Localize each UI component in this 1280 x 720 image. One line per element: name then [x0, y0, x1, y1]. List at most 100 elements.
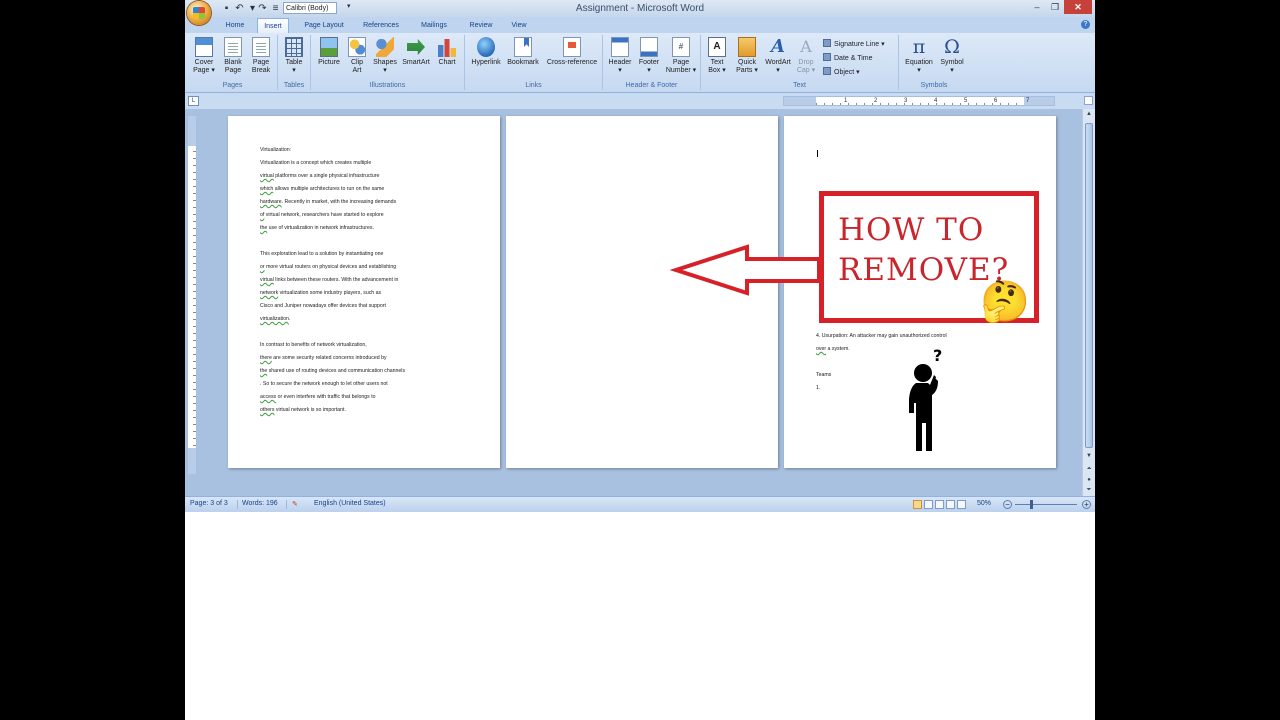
tab-mailings[interactable]: Mailings	[416, 20, 452, 33]
status-bar: Page: 3 of 3 Words: 196 ✎ English (Unite…	[185, 496, 1095, 512]
signature-line-label: Signature Line ▾	[834, 41, 885, 48]
proofing-icon[interactable]: ✎	[292, 500, 298, 508]
ruler-row: L 1 2 3 4 5 6 7	[185, 93, 1095, 109]
zoom-out-icon[interactable]: −	[1003, 500, 1012, 509]
cross-reference-icon	[563, 37, 581, 57]
ruler-tab-selector[interactable]: L	[188, 96, 199, 106]
text-run: access	[260, 394, 277, 400]
zoom-in-icon[interactable]: +	[1082, 500, 1091, 509]
scroll-up-icon[interactable]: ▲	[1084, 109, 1094, 119]
tab-view[interactable]: View	[507, 20, 531, 33]
footer-label-2: ▾	[647, 67, 651, 74]
overlay-line-1: HOW TO	[838, 212, 985, 248]
drop-cap-label: Drop	[798, 59, 814, 66]
help-icon[interactable]: ?	[1081, 20, 1090, 29]
header-button[interactable]: Header ▾	[606, 37, 634, 75]
text-run: . So to secure the network enough to let…	[260, 381, 388, 387]
language-status[interactable]: English (United States)	[314, 500, 386, 507]
horizontal-ruler[interactable]: 1 2 3 4 5 6 7	[783, 96, 1055, 106]
document-area[interactable]: Virtualization: Virtualization is a conce…	[185, 109, 1082, 496]
document-line: This exploration lead to a solution by i…	[260, 251, 383, 258]
cover-page-button[interactable]: Cover Page ▾	[191, 37, 217, 75]
text-run: more virtual routers on physical devices…	[264, 264, 397, 270]
hyperlink-button[interactable]: Hyperlink	[468, 37, 504, 67]
tab-references[interactable]: References	[360, 20, 402, 33]
tab-page-layout[interactable]: Page Layout	[300, 20, 348, 33]
group-tables: Table ▾ Tables	[278, 35, 311, 90]
page-break-label: Page	[252, 59, 270, 66]
symbol-button[interactable]: Ω Symbol ▾	[937, 37, 967, 75]
maximize-button[interactable]: ❐	[1046, 0, 1064, 14]
equation-label: Equation	[905, 59, 933, 66]
text-box-label: Text	[710, 59, 724, 66]
table-button[interactable]: Table ▾	[281, 37, 307, 75]
office-logo-icon	[193, 7, 205, 19]
vertical-ruler[interactable]	[187, 115, 197, 475]
drop-cap-icon: A	[800, 37, 812, 56]
picture-label: Picture	[318, 59, 340, 66]
office-button[interactable]	[187, 1, 211, 25]
next-page-icon[interactable]: ⏷	[1084, 485, 1094, 495]
wordart-label: WordArt	[765, 59, 791, 66]
drop-cap-button[interactable]: A Drop Cap ▾	[793, 37, 819, 75]
wordart-label-2: ▾	[776, 67, 780, 74]
text-run: Teams	[816, 372, 832, 378]
zoom-slider[interactable]	[1015, 504, 1077, 505]
text-box-label-2: Box ▾	[708, 67, 726, 74]
status-separator	[286, 500, 287, 509]
outline-view-icon[interactable]	[946, 500, 955, 509]
date-time-button[interactable]: Date & Time	[823, 53, 873, 63]
scroll-thumb[interactable]	[1085, 123, 1093, 448]
print-layout-view-icon[interactable]	[913, 500, 922, 509]
browse-object-icon[interactable]: ●	[1084, 475, 1094, 485]
page-count-status[interactable]: Page: 3 of 3	[190, 500, 228, 507]
zoom-level[interactable]: 50%	[977, 500, 991, 507]
previous-page-icon[interactable]: ⏶	[1084, 464, 1094, 474]
view-ruler-button[interactable]	[1084, 96, 1093, 105]
smartart-button[interactable]: SmartArt	[399, 37, 433, 67]
page-break-button[interactable]: Page Break	[248, 37, 274, 75]
minimize-button[interactable]: –	[1028, 0, 1046, 14]
blank-page-label: Blank	[224, 59, 242, 66]
ruler-number: 7	[1026, 98, 1030, 104]
symbol-label-2: ▾	[950, 67, 954, 74]
tab-review[interactable]: Review	[466, 20, 496, 33]
group-tables-label: Tables	[283, 82, 305, 89]
thinking-person-icon: ?	[909, 347, 942, 451]
cross-reference-button[interactable]: Cross-reference	[543, 37, 601, 67]
zoom-slider-thumb[interactable]	[1029, 500, 1033, 509]
full-screen-reading-icon[interactable]	[924, 500, 933, 509]
text-box-button[interactable]: A Text Box ▾	[704, 37, 730, 75]
page-number-button[interactable]: # Page Number ▾	[663, 37, 699, 75]
bookmark-button[interactable]: Bookmark	[504, 37, 542, 67]
text-run: over	[816, 346, 827, 352]
document-line: hardware. Recently in market, with the i…	[260, 199, 396, 206]
web-layout-icon[interactable]	[935, 500, 944, 509]
picture-button[interactable]: Picture	[315, 37, 343, 67]
vertical-scrollbar[interactable]: ▲ ▼ ⏶ ● ⏷	[1082, 109, 1095, 496]
window-title: Assignment - Microsoft Word	[575, 3, 705, 14]
quick-parts-button[interactable]: Quick Parts ▾	[732, 37, 762, 75]
signature-line-button[interactable]: Signature Line ▾	[823, 39, 885, 49]
page-1[interactable]: Virtualization: Virtualization is a conce…	[228, 116, 500, 468]
word-count-status[interactable]: Words: 196	[242, 500, 278, 507]
close-button[interactable]: ✕	[1064, 0, 1092, 14]
object-button[interactable]: Object ▾	[823, 67, 860, 77]
ruler-number: 1	[844, 98, 848, 104]
shapes-button[interactable]: Shapes ▾	[371, 37, 399, 75]
footer-button[interactable]: Footer ▾	[635, 37, 663, 75]
wordart-button[interactable]: A WordArt ▾	[763, 37, 793, 75]
chart-button[interactable]: Chart	[434, 37, 460, 67]
text-run: virtual	[260, 277, 274, 283]
scroll-down-icon[interactable]: ▼	[1084, 451, 1094, 461]
cover-page-label-2: Page ▾	[193, 67, 215, 74]
equation-button[interactable]: π Equation ▾	[901, 37, 937, 75]
draft-view-icon[interactable]	[957, 500, 966, 509]
tab-home[interactable]: Home	[222, 20, 248, 33]
table-icon	[285, 37, 303, 57]
group-symbols: π Equation ▾ Ω Symbol ▾ Symbols	[899, 35, 969, 90]
tab-insert[interactable]: Insert	[257, 18, 289, 33]
blank-page-button[interactable]: Blank Page	[220, 37, 246, 75]
text-run: This exploration lead to a solution by i…	[260, 251, 384, 257]
clip-art-button[interactable]: Clip Art	[345, 37, 369, 75]
